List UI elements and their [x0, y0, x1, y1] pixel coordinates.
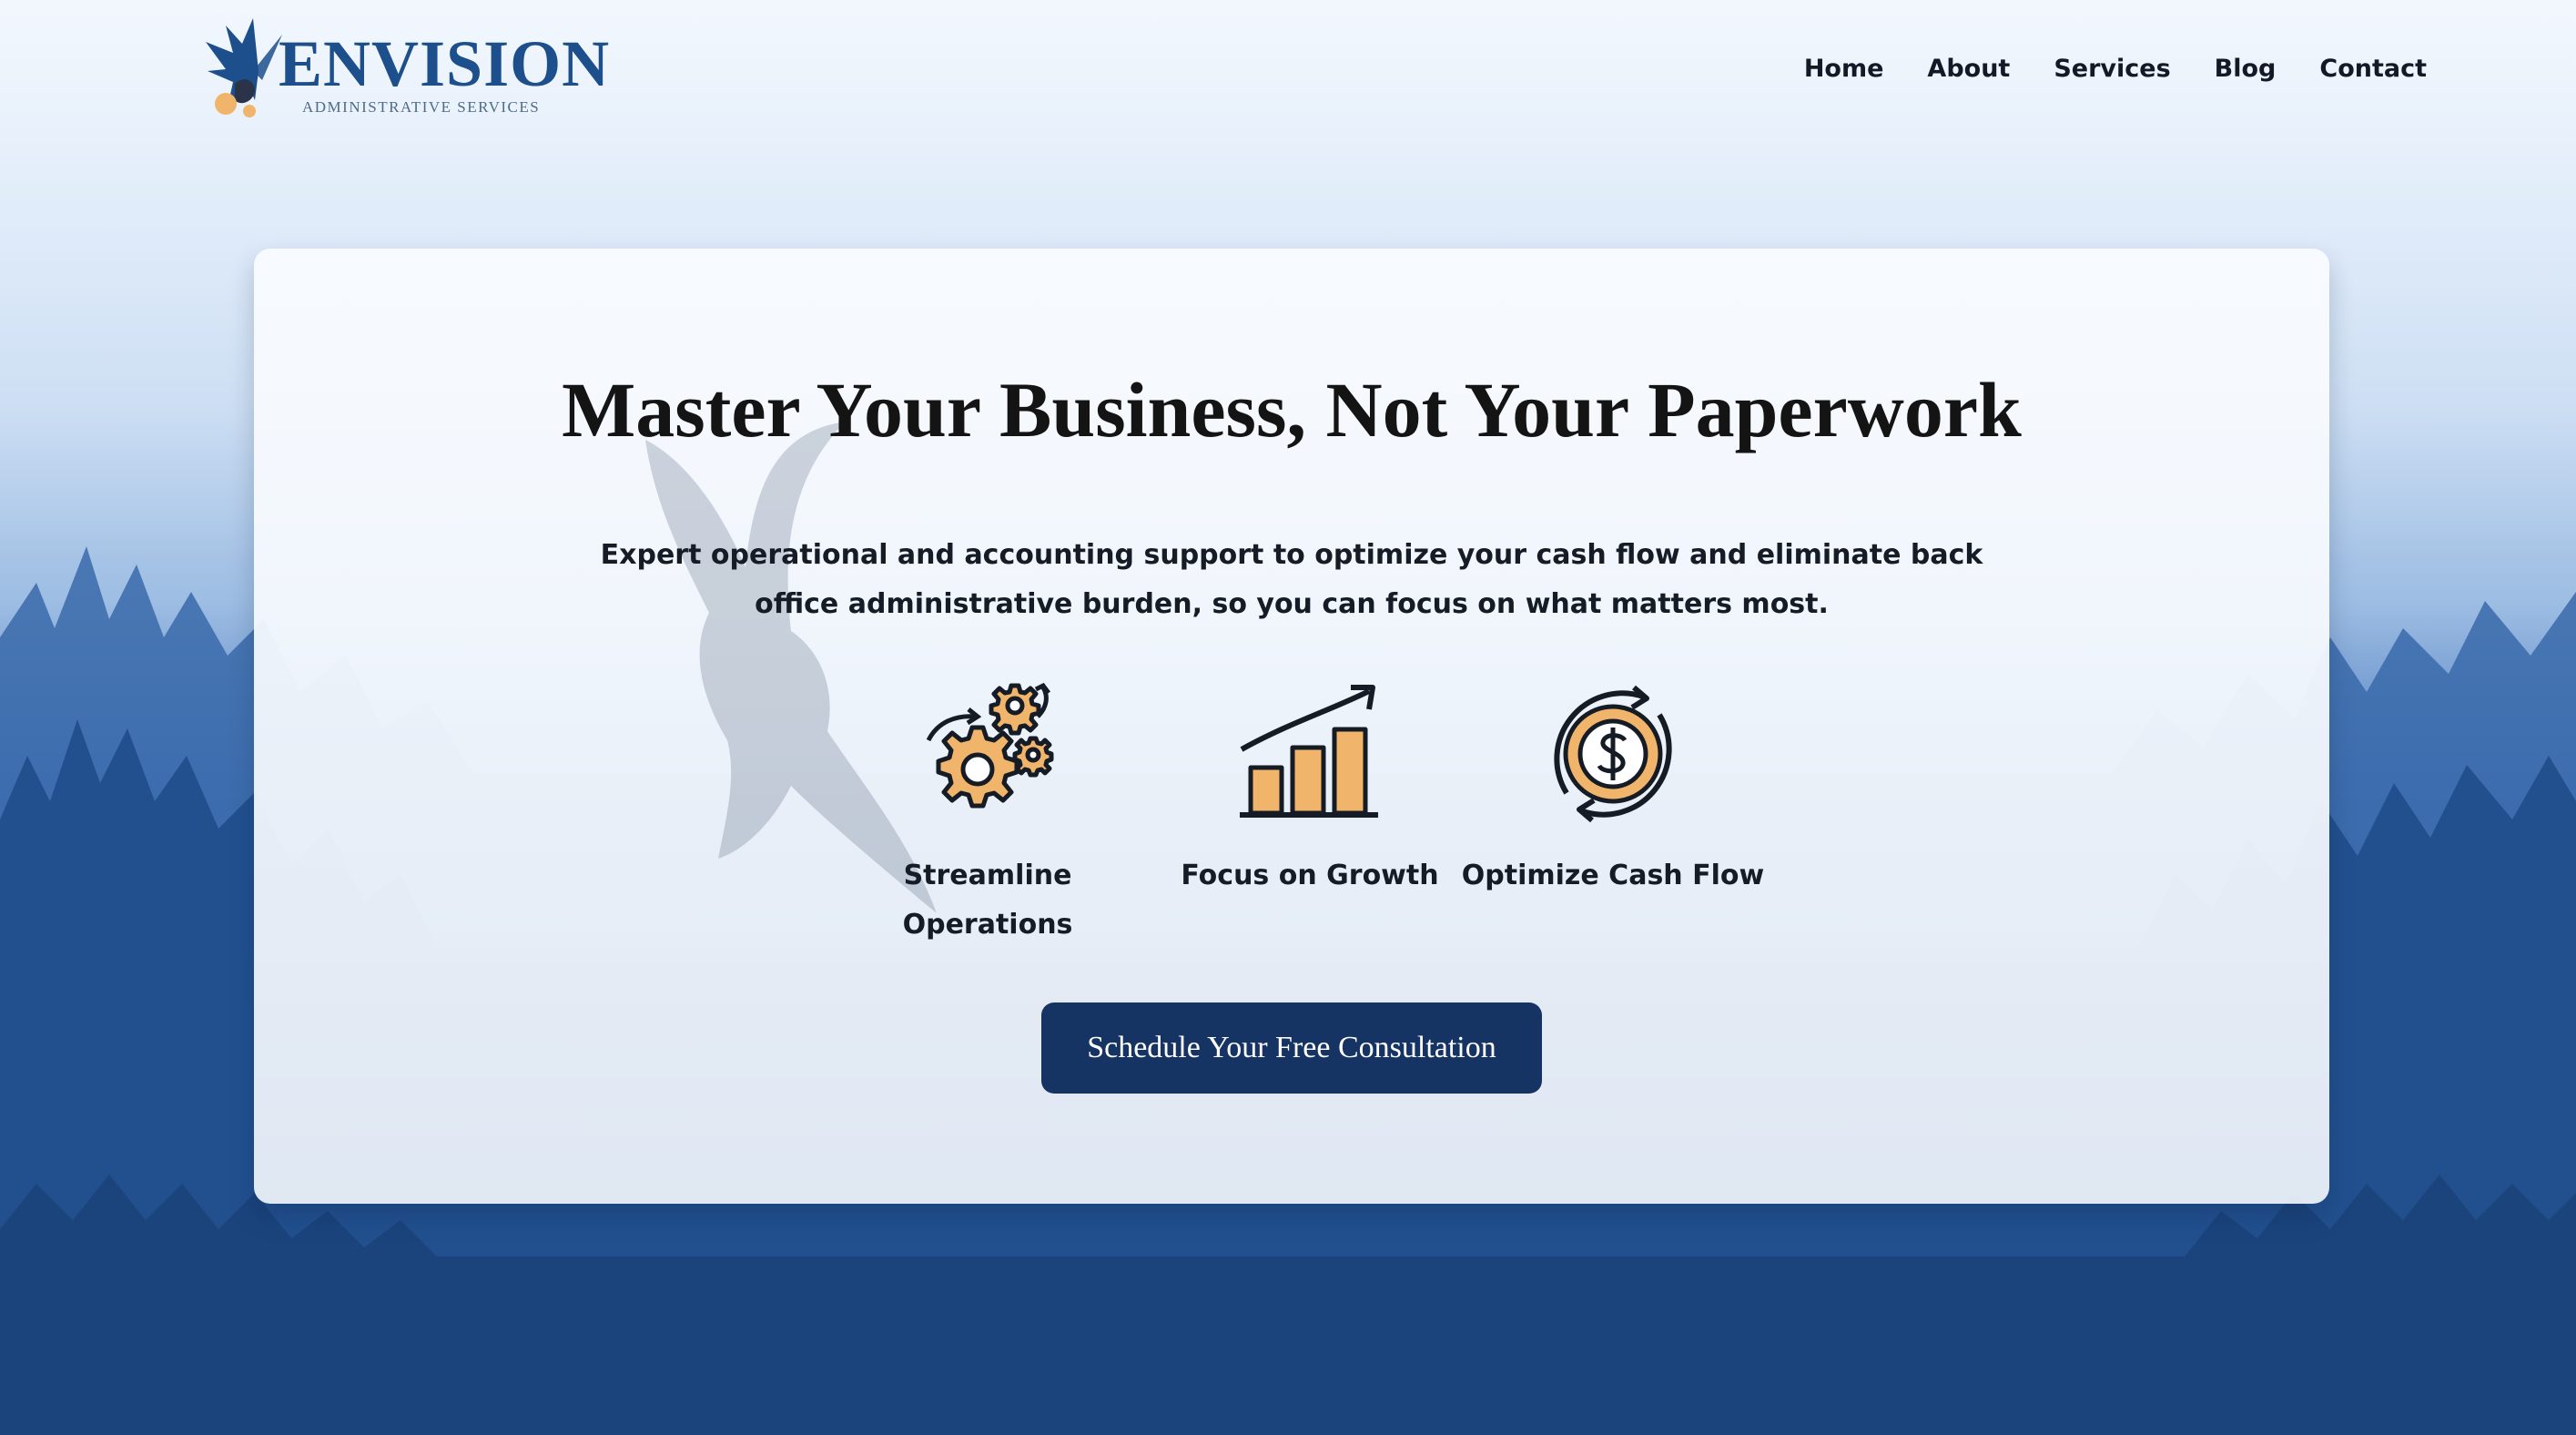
feature-label: Focus on Growth: [1181, 860, 1439, 891]
site-header: ENVISION ADMINISTRATIVE SERVICES Home Ab…: [0, 0, 2576, 146]
hero-subtitle: Expert operational and accounting suppor…: [600, 539, 1983, 620]
feature-label: Optimize Cash Flow: [1461, 860, 1765, 891]
schedule-consultation-button[interactable]: Schedule Your Free Consultation: [1041, 1002, 1542, 1094]
feature-optimize-cash-flow: Optimize Cash Flow: [1458, 677, 1768, 901]
hero-title: Master Your Business, Not Your Paperwork: [562, 366, 2022, 453]
nav-about[interactable]: About: [1927, 55, 2010, 83]
brand-logo[interactable]: ENVISION ADMINISTRATIVE SERVICES: [198, 16, 609, 126]
nav-blog[interactable]: Blog: [2215, 55, 2277, 83]
gears-icon: [926, 682, 1054, 809]
cash-flow-icon: [1554, 685, 1672, 823]
main-nav: Home About Services Blog Contact: [1804, 55, 2427, 83]
feature-label: Streamline Operations: [902, 860, 1073, 941]
feature-focus-on-growth: Focus on Growth: [1155, 677, 1465, 901]
brand-tagline: ADMINISTRATIVE SERVICES: [302, 98, 541, 116]
nav-home[interactable]: Home: [1804, 55, 1884, 83]
nav-contact[interactable]: Contact: [2319, 55, 2427, 83]
hero-card: Master Your Business, Not Your Paperwork…: [254, 249, 2329, 1204]
nav-services[interactable]: Services: [2054, 55, 2170, 83]
growth-chart-icon: [1240, 685, 1378, 818]
brand-name: ENVISION: [279, 27, 611, 100]
eagle-logo-icon: [206, 18, 282, 117]
feature-streamline-operations: Streamline Operations: [833, 677, 1142, 950]
